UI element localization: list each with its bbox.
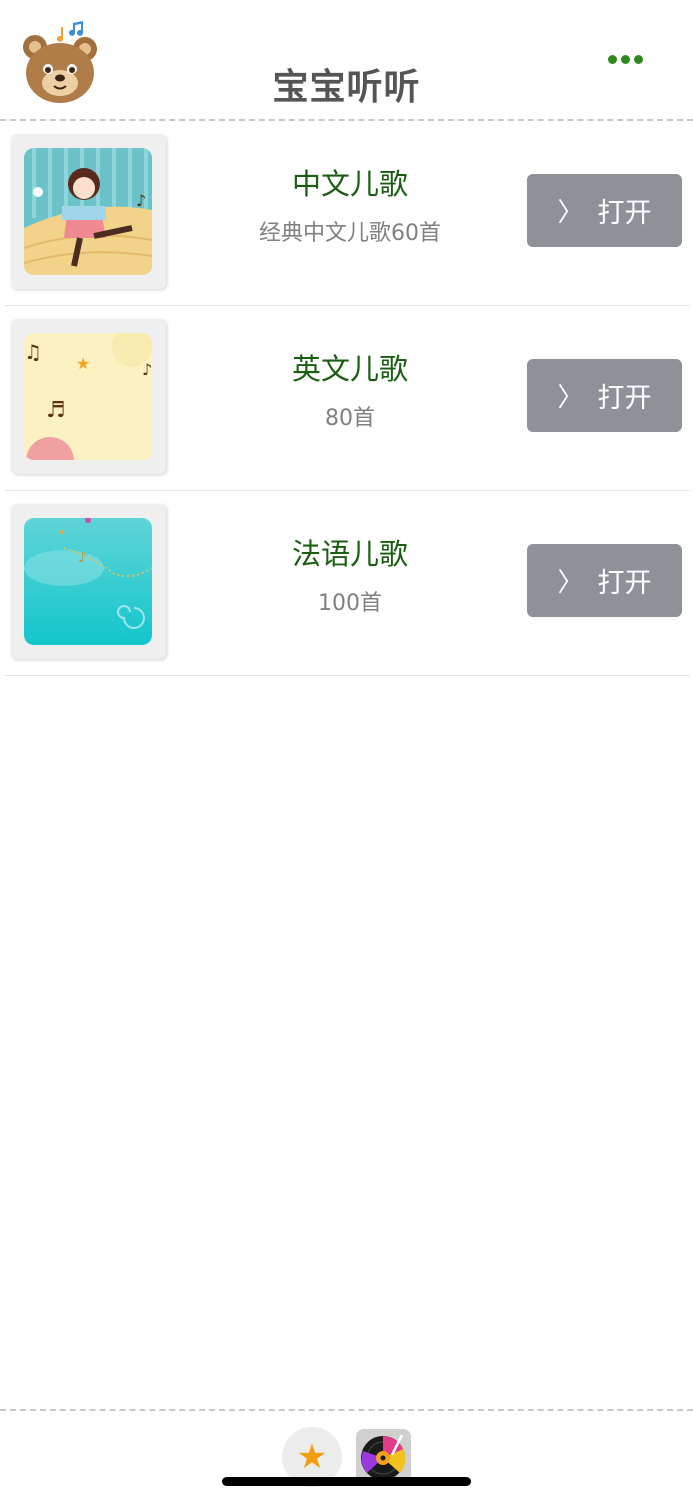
- row-divider: [4, 675, 690, 676]
- svg-text:♫: ♫: [24, 340, 42, 364]
- vinyl-record-icon[interactable]: [356, 1429, 411, 1484]
- svg-text:★: ★: [76, 354, 90, 373]
- thumbnail-frame: ♪: [11, 504, 166, 659]
- menu-dot: [633, 54, 643, 64]
- header: 宝宝听听: [0, 0, 693, 121]
- category-title: 法语儿歌: [291, 537, 408, 571]
- open-button-label: 打开: [597, 383, 652, 414]
- category-title: 中文儿歌: [291, 167, 408, 201]
- open-button-label: 打开: [597, 568, 652, 599]
- list-item[interactable]: ♫ ♬ ♪ ★ 英文儿歌 80首 〉 打开: [0, 306, 693, 491]
- more-dots-icon[interactable]: [600, 48, 650, 70]
- cyan-music-wave-illustration: ♪: [24, 518, 152, 645]
- thumbnail-frame: ♫ ♬ ♪ ★: [11, 319, 166, 474]
- category-subtitle: 80首: [325, 406, 375, 431]
- open-button[interactable]: 〉 打开: [527, 544, 682, 617]
- svg-text:♪: ♪: [142, 360, 152, 379]
- bottom-divider: [0, 1409, 693, 1411]
- category-subtitle: 100首: [318, 591, 382, 616]
- thumbnail-frame: ♪: [11, 134, 166, 289]
- page-title: 宝宝听听: [272, 67, 421, 108]
- chevron-right-icon: 〉: [557, 383, 584, 413]
- svg-text:♪: ♪: [136, 191, 146, 210]
- svg-text:♬: ♬: [46, 398, 66, 423]
- list-item[interactable]: ♪ 法语儿歌 100首 〉 打开: [0, 491, 693, 676]
- girl-dancing-illustration: ♪: [24, 148, 152, 275]
- category-subtitle: 经典中文儿歌60首: [259, 221, 441, 246]
- open-button-label: 打开: [597, 198, 652, 229]
- menu-dot: [620, 54, 630, 64]
- svg-text:♪: ♪: [78, 550, 87, 566]
- list-item[interactable]: ♪ 中文儿歌 经典中文儿歌60首 〉 打开: [0, 121, 693, 306]
- home-indicator[interactable]: [222, 1477, 471, 1486]
- music-notes-yellow-illustration: ♫ ♬ ♪ ★: [24, 333, 152, 460]
- song-category-list: ♪ 中文儿歌 经典中文儿歌60首 〉 打开 ♫ ♬ ♪ ★ 英文儿歌 80首 〉…: [0, 121, 693, 676]
- open-button[interactable]: 〉 打开: [527, 359, 682, 432]
- open-button[interactable]: 〉 打开: [527, 174, 682, 247]
- category-title: 英文儿歌: [291, 352, 408, 386]
- menu-dot: [607, 54, 617, 64]
- chevron-right-icon: 〉: [557, 198, 584, 228]
- chevron-right-icon: 〉: [557, 568, 584, 598]
